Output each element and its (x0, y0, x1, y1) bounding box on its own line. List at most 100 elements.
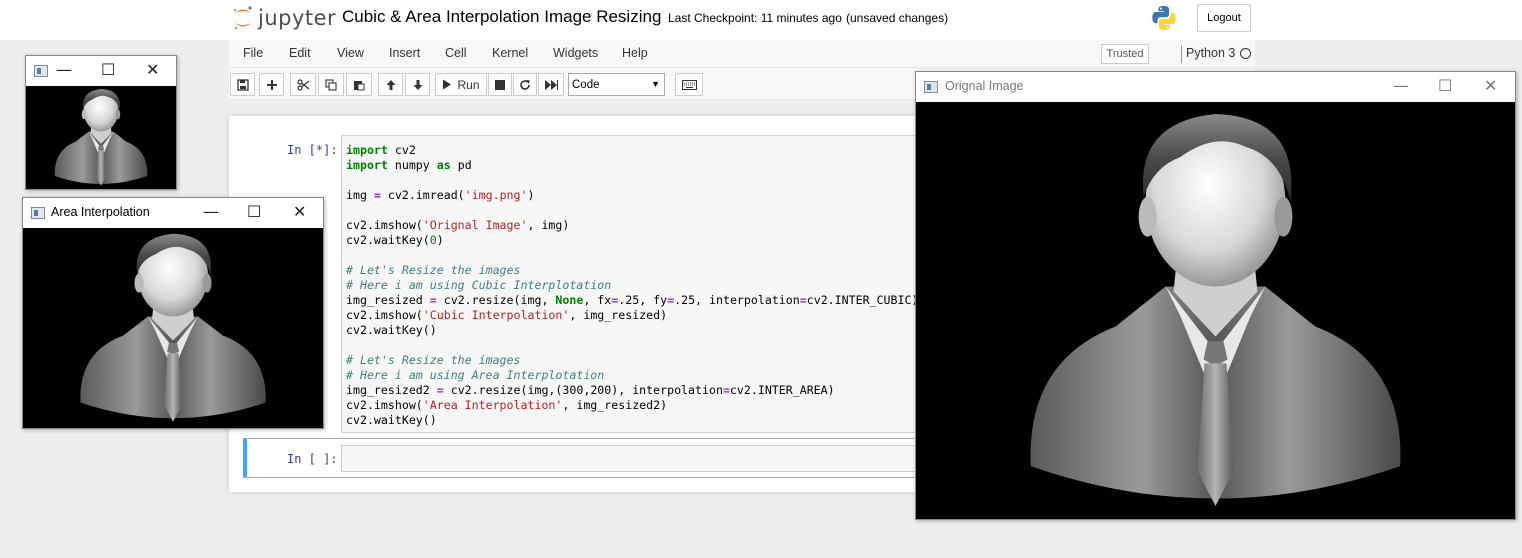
fast-forward-icon (544, 79, 558, 90)
menu-help[interactable]: Help (622, 46, 648, 60)
code-line: cv2.waitKey() (346, 323, 437, 337)
op: = (373, 188, 381, 202)
run-button[interactable]: Run (435, 73, 487, 96)
code-line: import numpy as pd (346, 158, 472, 172)
save-button[interactable] (230, 73, 255, 96)
code-line: # Let's Resize the images (346, 353, 930, 368)
close-icon[interactable]: ✕ (293, 202, 306, 221)
menu-kernel[interactable]: Kernel (492, 46, 528, 60)
kernel-name[interactable]: Python 3 (1186, 46, 1235, 60)
cell-1-prompt: In [*]: (287, 143, 338, 157)
insert-cell-button[interactable] (259, 73, 284, 96)
maximize-icon[interactable]: ☐ (101, 60, 115, 79)
save-icon (236, 78, 249, 91)
jupyter-logo[interactable]: jupyter (232, 4, 336, 32)
code-cell-2[interactable] (341, 445, 931, 472)
code-line: cv2.waitKey() (346, 413, 437, 427)
string: 'Cubic Interpolation' (422, 308, 570, 322)
command-palette-button[interactable] (675, 73, 703, 96)
copy-button[interactable] (318, 73, 344, 96)
chevron-down-icon: ▼ (651, 79, 660, 89)
logout-button[interactable]: Logout (1197, 4, 1251, 32)
code-line: import cv2 (346, 143, 416, 157)
cell-type-select[interactable]: Code ▼ (568, 73, 665, 96)
menu-cell[interactable]: Cell (445, 46, 467, 60)
menu-edit[interactable]: Edit (289, 46, 311, 60)
menu-insert[interactable]: Insert (389, 46, 420, 60)
checkpoint-status: Last Checkpoint: 11 minutes ago (668, 11, 842, 25)
cut-button[interactable] (290, 73, 316, 96)
app-window-icon (34, 65, 48, 77)
move-up-button[interactable] (378, 73, 403, 96)
app-window-icon (924, 81, 938, 93)
close-icon[interactable]: ✕ (146, 60, 159, 79)
code-line: # Let's Resize the images (346, 263, 930, 278)
kw-none: None (555, 293, 584, 307)
comment: # Here i am using Area Interplotation (346, 368, 605, 382)
cell-type-value: Code (572, 78, 600, 91)
window-titlebar[interactable]: Area Interpolation — ☐ ✕ (23, 198, 323, 228)
jupyter-logo-icon (234, 6, 252, 30)
run-label: Run (457, 77, 480, 92)
code-line: img_resized = cv2.resize(img, None, fx=.… (346, 293, 919, 307)
menu-widgets[interactable]: Widgets (553, 46, 598, 60)
op: = (667, 293, 675, 307)
cubic-image (26, 86, 176, 189)
code-line: img = cv2.imread('img.png') (346, 188, 535, 202)
arrow-down-icon (413, 79, 422, 90)
trusted-badge[interactable]: Trusted (1101, 44, 1149, 64)
unsaved-indicator: (unsaved changes) (846, 11, 949, 25)
minimize-icon[interactable]: — (56, 60, 72, 79)
window-titlebar[interactable]: Orignal Image — ☐ ✕ (916, 72, 1515, 102)
arrow-up-icon (386, 79, 395, 90)
code-line: cv2.imshow('Cubic Interpolation', img_re… (346, 308, 668, 322)
close-icon[interactable]: ✕ (1484, 76, 1497, 95)
move-down-button[interactable] (405, 73, 430, 96)
op: = (429, 293, 437, 307)
number: 0 (429, 233, 437, 247)
code-line: cv2.imshow('Area Interpolation', img_res… (346, 398, 668, 412)
plus-icon (266, 79, 277, 90)
logo-text: jupyter (258, 6, 337, 30)
kw-as: as (436, 158, 451, 172)
minimize-icon[interactable]: — (1393, 76, 1409, 95)
person-image (916, 102, 1515, 519)
maximize-icon[interactable]: ☐ (1438, 76, 1452, 95)
copy-icon (325, 78, 337, 91)
comment: # Let's Resize the images (346, 353, 521, 367)
restart-run-all-button[interactable] (538, 73, 564, 96)
interrupt-button[interactable] (488, 73, 512, 96)
person-image (26, 86, 176, 189)
kernel-status-icon (1240, 48, 1251, 59)
window-titlebar[interactable]: — ☐ ✕ (26, 56, 176, 86)
code-line: img_resized2 = cv2.resize(img,(300,200),… (346, 383, 835, 397)
cubic-interpolation-window[interactable]: — ☐ ✕ (25, 55, 177, 190)
minimize-icon[interactable]: — (203, 202, 219, 221)
code-cell-1[interactable]: import cv2 import numpy as pd img = cv2.… (341, 135, 931, 433)
original-image (916, 102, 1515, 519)
person-image (23, 228, 323, 428)
area-interpolation-window[interactable]: Area Interpolation — ☐ ✕ (22, 197, 324, 429)
keyboard-icon (681, 79, 697, 90)
comment: # Let's Resize the images (346, 263, 521, 277)
menu-file[interactable]: File (243, 46, 263, 60)
notebook-title[interactable]: Cubic & Area Interpolation Image Resizin… (342, 7, 661, 27)
kw-import: import (346, 158, 388, 172)
app-window-icon (31, 207, 45, 219)
maximize-icon[interactable]: ☐ (247, 202, 261, 221)
area-image (23, 228, 323, 428)
op: = (799, 293, 807, 307)
code-line: cv2.imshow('Orignal Image', img) (346, 218, 570, 232)
kernel-separator (1181, 45, 1182, 63)
code-line: cv2.waitKey(0) (346, 233, 444, 247)
kw-import: import (346, 143, 388, 157)
paste-button[interactable] (346, 73, 372, 96)
restart-button[interactable] (513, 73, 537, 96)
menu-view[interactable]: View (337, 46, 364, 60)
window-title: Orignal Image (945, 79, 1024, 93)
original-image-window[interactable]: Orignal Image — ☐ ✕ (915, 71, 1516, 520)
